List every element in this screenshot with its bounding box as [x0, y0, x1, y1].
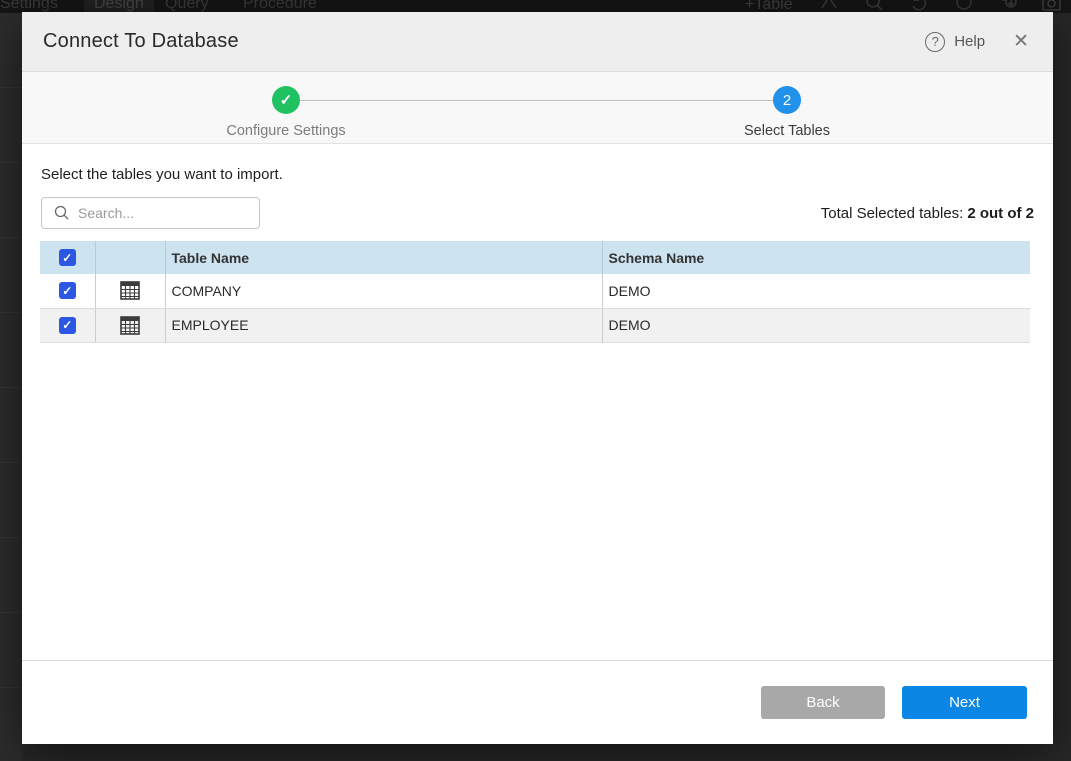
help-icon: ?: [925, 32, 945, 52]
row-checkbox[interactable]: ✓: [59, 317, 76, 334]
table-name-cell: COMPANY: [165, 274, 602, 308]
help-button[interactable]: ? Help: [925, 32, 985, 52]
table-row[interactable]: ✓ EMPLOYEE DEMO: [40, 308, 1030, 342]
footer-divider: [22, 660, 1053, 661]
icon-column-header: [95, 241, 165, 274]
table-grid-icon: [120, 281, 140, 300]
close-icon[interactable]: ✕: [1013, 32, 1029, 51]
next-button[interactable]: Next: [902, 686, 1027, 719]
row-checkbox[interactable]: ✓: [59, 282, 76, 299]
step-complete-check-icon: ✓: [272, 86, 300, 114]
back-button[interactable]: Back: [761, 686, 885, 719]
connect-to-database-dialog: Connect To Database ? Help ✕ ✓ Configure…: [22, 12, 1053, 744]
schema-name-cell: DEMO: [602, 274, 1030, 308]
select-all-checkbox[interactable]: ✓: [59, 249, 76, 266]
schema-name-cell: DEMO: [602, 308, 1030, 342]
tables-list: ✓ Table Name Schema Name ✓ COMPANY DEMO …: [40, 241, 1030, 343]
step-number-badge: 2: [773, 86, 801, 114]
selected-tables-summary: Total Selected tables:2 out of 2: [821, 205, 1034, 222]
table-search-box: [41, 197, 260, 229]
step-label: Select Tables: [687, 123, 887, 139]
wizard-stepper: ✓ Configure Settings 2 Select Tables: [22, 72, 1053, 144]
instruction-text: Select the tables you want to import.: [41, 166, 283, 183]
step-label: Configure Settings: [186, 123, 386, 139]
summary-label: Total Selected tables:: [821, 205, 964, 222]
table-grid-icon: [120, 316, 140, 335]
step-configure-settings[interactable]: ✓ Configure Settings: [186, 86, 386, 139]
search-input[interactable]: [78, 205, 243, 221]
table-row[interactable]: ✓ COMPANY DEMO: [40, 274, 1030, 308]
summary-value: 2 out of 2: [967, 205, 1034, 222]
help-label: Help: [954, 33, 985, 50]
schema-name-column-header: Schema Name: [602, 241, 1030, 274]
search-icon: [54, 205, 70, 221]
table-header-row: ✓ Table Name Schema Name: [40, 241, 1030, 274]
table-name-cell: EMPLOYEE: [165, 308, 602, 342]
dialog-header: Connect To Database ? Help ✕: [22, 12, 1053, 72]
dialog-title: Connect To Database: [43, 30, 239, 53]
table-name-column-header: Table Name: [165, 241, 602, 274]
background-left-panel: [0, 13, 22, 761]
step-select-tables[interactable]: 2 Select Tables: [687, 86, 887, 139]
